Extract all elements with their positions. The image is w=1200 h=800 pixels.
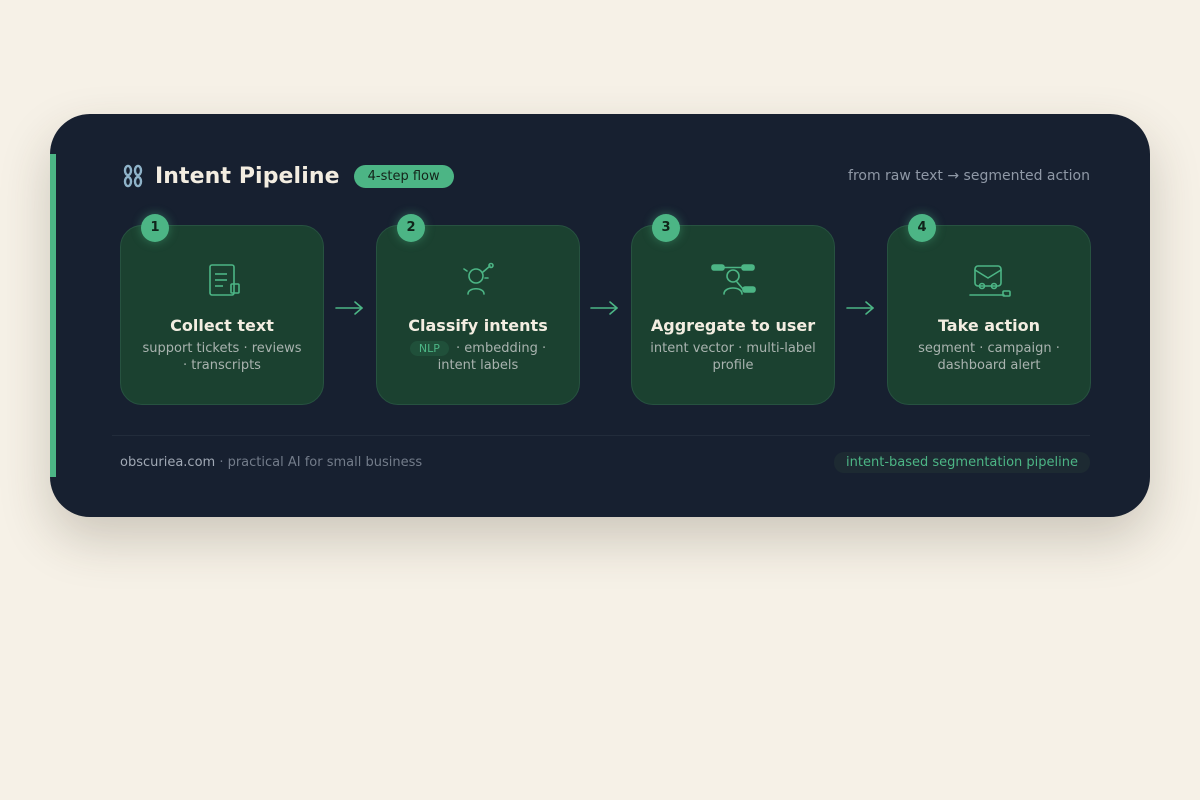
step-description: support tickets · reviews · transcripts <box>142 341 302 373</box>
card-footer: obscuriea.com · practical AI for small b… <box>120 449 1090 475</box>
footer-badge: intent-based segmentation pipeline <box>834 451 1090 473</box>
arrow-right-icon <box>846 301 874 315</box>
arrow-right-icon <box>335 301 363 315</box>
step-title: Collect text <box>170 316 274 335</box>
step-description-text: · embedding · intent labels <box>437 341 547 373</box>
header-subtitle: from raw text → segmented action <box>848 168 1090 184</box>
step-number-badge: 1 <box>141 214 169 242</box>
step-description: NLP · embedding · intent labels <box>395 340 561 374</box>
footer-divider <box>112 435 1090 436</box>
classifier-icon <box>377 262 579 300</box>
pipeline-steps: 1 Collect text support tickets · reviews… <box>120 214 1091 405</box>
step-count-badge: 4-step flow <box>353 164 454 188</box>
user-aggregate-icon <box>632 262 834 300</box>
footer-credit: obscuriea.com · practical AI for small b… <box>120 455 422 470</box>
step-card-aggregate: 3 Aggregate to user intent vector · mult… <box>631 214 835 405</box>
step-card-action: 4 Take action segment · campaign · dashb… <box>887 214 1091 405</box>
accent-bar <box>50 154 56 477</box>
step-card-collect: 1 Collect text support tickets · reviews… <box>120 214 324 405</box>
card-header: Intent Pipeline 4-step flow from raw tex… <box>120 159 1090 193</box>
footer-tagline: · practical AI for small business <box>215 454 423 470</box>
step-number-badge: 4 <box>908 214 936 242</box>
mail-action-icon <box>888 262 1090 300</box>
nlp-tag: NLP <box>409 341 449 356</box>
pipeline-card: Intent Pipeline 4-step flow from raw tex… <box>50 114 1150 517</box>
step-title: Take action <box>937 316 1041 335</box>
footer-brand: obscuriea.com <box>120 454 216 470</box>
step-title: Classify intents <box>408 316 548 335</box>
step-number-badge: 3 <box>652 214 680 242</box>
step-card-classify: 2 Classify intents NLP · embedding · int… <box>376 214 580 405</box>
step-description: intent vector · multi-label profile <box>650 341 816 373</box>
page-title: Intent Pipeline <box>155 163 340 189</box>
chain-link-icon <box>120 163 146 189</box>
arrow-right-icon <box>590 301 618 315</box>
step-title: Aggregate to user <box>650 316 816 335</box>
step-number-badge: 2 <box>397 214 425 242</box>
header-left: Intent Pipeline 4-step flow <box>120 163 454 189</box>
step-description: segment · campaign · dashboard alert <box>918 341 1060 373</box>
document-icon <box>121 262 323 300</box>
